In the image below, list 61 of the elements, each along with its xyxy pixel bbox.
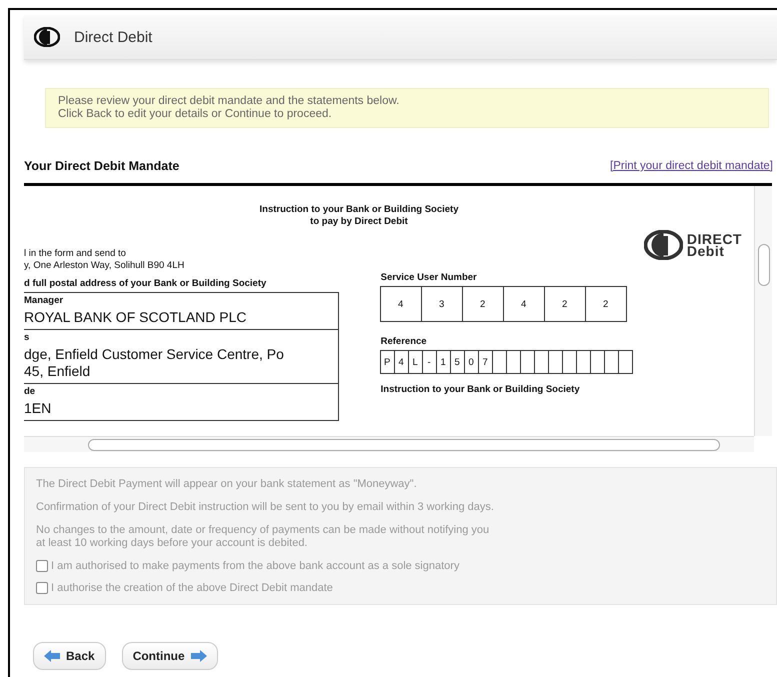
reference-cell: L (408, 350, 423, 374)
document-title: Instruction to your Bank or Building Society (258, 204, 460, 216)
field-label: s (24, 332, 30, 343)
digit-cell: 2 (544, 286, 586, 322)
reference-cell: 1 (436, 350, 451, 374)
field-value: ROYAL BANK OF SCOTLAND PLC (24, 309, 248, 326)
logo-icon (34, 27, 60, 47)
section-heading: Your Direct Debit Mandate (24, 159, 180, 173)
notice-text: Click Back to edit your details or Continue to proceed. (58, 108, 333, 121)
reference-cell: 4 (394, 350, 409, 374)
checkbox[interactable] (36, 582, 48, 594)
logo-text: DIRECT (686, 233, 742, 245)
reference-cell (506, 350, 521, 374)
field-value: dge, Enfield Customer Service Centre, Po (24, 346, 285, 363)
reference-cell (520, 350, 535, 374)
field-value: 45, Enfield (24, 363, 92, 380)
digit-cell: 2 (584, 286, 627, 322)
reference-cell (548, 350, 563, 374)
logo-icon (644, 230, 683, 260)
statement-text: No changes to the amount, date or frequency of payments can be made without notifying you at least 10 working days before your account is debited. (36, 524, 490, 550)
reference-cell: 5 (450, 350, 465, 374)
reference-cell (604, 350, 619, 374)
checkbox[interactable] (36, 560, 48, 572)
reference-cell: - (422, 350, 437, 374)
digit-cell: 4 (502, 286, 545, 322)
reference-cell (590, 350, 605, 374)
statement-text: Confirmation of your Direct Debit instruction will be sent to you by email within 3 working days. (36, 501, 495, 514)
checkbox-label: I authorise the creation of the above Direct Debit mandate (51, 582, 333, 594)
reference-cell: 7 (478, 350, 493, 374)
logo-text: Debit (686, 245, 724, 257)
bank-heading: d full postal address of your Bank or Building Society (24, 278, 268, 289)
reference-cell (534, 350, 549, 374)
digit-cell: 2 (462, 286, 504, 322)
document-title: to pay by Direct Debit (309, 216, 409, 228)
print-link[interactable]: [Print your direct debit mandate] (610, 160, 773, 172)
reference-cell (576, 350, 591, 374)
page-title: Direct Debit (74, 28, 152, 46)
back-button[interactable]: Back (33, 642, 106, 670)
digit-cell: 3 (420, 286, 463, 322)
field-label: de (24, 386, 36, 397)
left-arrow-icon (44, 650, 60, 662)
continue-button[interactable]: Continue (122, 642, 218, 670)
reference-cell: 0 (464, 350, 479, 374)
field-label: Reference (380, 336, 428, 347)
right-arrow-icon (190, 650, 207, 662)
reference-cell (618, 350, 633, 374)
instruction-heading: Instruction to your Bank or Building Society (380, 384, 581, 395)
reference-cell: P (380, 350, 395, 374)
checkbox-label: I am authorised to make payments from the above bank account as a sole signatory (51, 560, 460, 572)
field-value: 1EN (24, 400, 52, 417)
document-text: l in the form and send to (24, 248, 127, 260)
document-text: y, One Arleston Way, Solihull B90 4LH (24, 260, 186, 272)
field-label: Service User Number (380, 272, 478, 283)
statement-text: The Direct Debit Payment will appear on your bank statement as "Moneyway". (36, 478, 418, 491)
reference-cell (562, 350, 577, 374)
horizontal-scrollbar[interactable] (24, 436, 754, 452)
field-label: Manager (24, 295, 64, 306)
digit-cell: 4 (380, 286, 422, 322)
vertical-scrollbar[interactable] (754, 186, 772, 436)
notice-text: Please review your direct debit mandate and the statements below. (58, 95, 400, 108)
reference-cell (492, 350, 507, 374)
